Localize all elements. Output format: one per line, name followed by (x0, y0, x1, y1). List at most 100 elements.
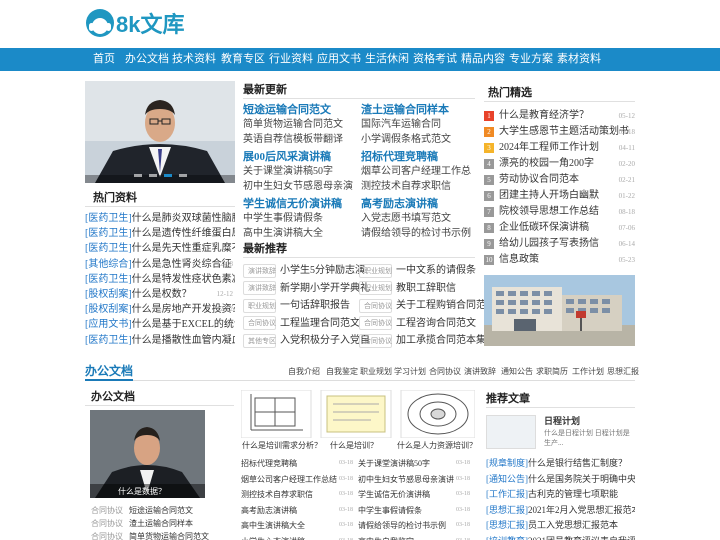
hot-pick-title[interactable]: 什么是教育经济学？ (499, 110, 589, 121)
office-doc-title[interactable]: 招标代理竞聘稿 (241, 459, 297, 468)
recommend-tag[interactable]: 职业规划 (359, 263, 392, 278)
hot-pick-item[interactable]: 8 企业低碳环保演讲稿 07-06 (484, 220, 635, 236)
recommend-item[interactable]: 演讲致辞 小学生5分钟励志演 (243, 262, 365, 279)
recommended-item-title[interactable]: 古利克的管理七项职能 (528, 489, 618, 499)
recommend-tag[interactable]: 合同协议 (243, 316, 276, 331)
recommended-tag[interactable]: [工作汇报] (486, 489, 528, 499)
office-doc-left-title[interactable]: 渣土运输合同样本 (129, 519, 193, 528)
recommend-title[interactable]: 入党积极分子入党自 (280, 335, 370, 346)
office-docs-link[interactable]: 自我介绍 (288, 363, 320, 381)
latest-link[interactable]: 英语自荐信模板带翻译 (243, 133, 357, 148)
office-doc-item[interactable]: 测控技术自荐求职信 03-18 (241, 487, 355, 502)
recommended-tag[interactable]: [思想汇报] (486, 520, 528, 530)
latest-link[interactable]: 中学生事假请假条 (243, 212, 357, 227)
recommend-item[interactable]: 合同协议 工程咨询合同范文 (359, 315, 476, 332)
latest-link[interactable]: 小学调假条格式范文 (361, 133, 475, 148)
office-docs-link[interactable]: 学习计划 (394, 363, 426, 381)
office-doc-title[interactable]: 烟草公司客户经理工作总结 (241, 475, 337, 484)
hot-doc-tag[interactable]: [医药卫生] (85, 335, 132, 346)
office-doc-item[interactable]: 初中生妇女节感恩母亲演讲 03-18 (358, 472, 472, 487)
recommended-tag[interactable]: [思想汇报] (486, 505, 528, 515)
office-docs-link[interactable]: 求职简历 (536, 363, 568, 381)
office-doc-left-item[interactable]: 合同协议 简单货物运输合同范文 (91, 530, 234, 540)
hot-pick-item[interactable]: 10 信息政策 05-23 (484, 252, 635, 268)
hot-doc-item[interactable]: [医药卫生]什么是特发性痉状色素减少症 (85, 272, 235, 287)
recommend-item[interactable]: 职业规划 教职工辞职信 (359, 280, 456, 297)
office-doc-left-title[interactable]: 短途运输合同范文 (129, 506, 193, 515)
hot-doc-title[interactable]: 什么是遗传性纤维蛋白原缺乏 (132, 228, 235, 239)
office-doc-title[interactable]: 初中生妇女节感恩母亲演讲 (358, 475, 454, 484)
recommend-title[interactable]: 教职工辞职信 (396, 283, 456, 294)
latest-headline[interactable]: 渣土运输合同样本 (361, 102, 475, 118)
nav-item-industry[interactable]: 行业资料 (269, 48, 313, 71)
recommended-item-title[interactable]: 什么是银行结售汇制度？ (528, 458, 627, 468)
latest-headline[interactable]: 展00后风采演讲稿 (243, 149, 357, 165)
latest-link[interactable]: 高中生演讲稿大全 (243, 227, 357, 242)
office-doc-title[interactable]: 请假给领导的检讨书示例 (358, 521, 446, 530)
office-doc-item[interactable]: 中学生事假请假条 03-18 (358, 503, 472, 518)
nav-item-solutions[interactable]: 专业方案 (509, 48, 553, 71)
latest-headline[interactable]: 短途运输合同范文 (243, 102, 357, 118)
recommend-item[interactable]: 合同协议 工程监理合同范文 (243, 315, 360, 332)
office-docs-feature-image[interactable]: 什么是数据？ (90, 410, 205, 498)
office-doc-title[interactable]: 小学生心态演讲稿 (241, 537, 305, 540)
nav-item-exam[interactable]: 资格考试 (413, 48, 457, 71)
office-doc-left-title[interactable]: 简单货物运输合同范文 (129, 532, 209, 540)
hot-doc-tag[interactable]: [医药卫生] (85, 274, 132, 285)
office-doc-item[interactable]: 烟草公司客户经理工作总结 03-18 (241, 472, 355, 487)
recommend-title[interactable]: 关于工程购销合同范 (396, 300, 486, 311)
recommended-tag[interactable]: [规章制度] (486, 458, 528, 468)
office-doc-left-tag[interactable]: 合同协议 (91, 506, 123, 515)
recommend-title[interactable]: 小学生5分钟励志演 (280, 265, 365, 276)
recommended-item-title[interactable]: 什么是国务院关于明确中央与地 (528, 474, 635, 484)
slider-dot[interactable] (178, 174, 187, 177)
hot-pick-title[interactable]: 信息政策 (499, 254, 539, 265)
recommend-tag[interactable]: 职业规划 (243, 298, 276, 313)
thumb-caption-3[interactable]: 什么是人力资源培训？ (397, 440, 477, 451)
office-doc-left-tag[interactable]: 合同协议 (91, 532, 123, 540)
office-doc-item[interactable]: 招标代理竞聘稿 03-18 (241, 456, 355, 471)
hot-pick-title[interactable]: 企业低碳环保演讲稿 (499, 222, 589, 233)
office-docs-feature-caption[interactable]: 什么是数据？ (118, 486, 166, 497)
hot-doc-item[interactable]: [应用文书]什么是基于EXCEL的统计应 (85, 317, 235, 332)
office-doc-title[interactable]: 学生诚信无价演讲稿 (358, 490, 430, 499)
hot-doc-tag[interactable]: [股权刮案] (85, 289, 132, 300)
recommended-tag[interactable]: [培训教育] (486, 536, 528, 540)
latest-headline[interactable]: 学生诚信无价演讲稿 (243, 196, 357, 212)
office-docs-link[interactable]: 合同协议 (429, 363, 461, 381)
recommend-tag[interactable]: 其他专区 (243, 333, 276, 348)
office-docs-link[interactable]: 工作计划 (572, 363, 604, 381)
nav-item-premium[interactable]: 精品内容 (461, 48, 505, 71)
site-logo[interactable]: 8k文库 (86, 9, 184, 37)
recommend-item[interactable]: 合同协议 加工承揽合同范本集 (359, 332, 486, 349)
thumb-caption-1[interactable]: 什么是培训需求分析？ (242, 440, 322, 451)
nav-item-education[interactable]: 教育专区 (221, 48, 265, 71)
hot-pick-item[interactable]: 1 什么是教育经济学？ 05-12 (484, 108, 635, 124)
latest-link[interactable]: 测控技术自荐求职信 (361, 180, 475, 195)
hot-doc-tag[interactable]: [其他综合] (85, 259, 132, 270)
hot-doc-title[interactable]: 什么是权数？ (132, 289, 192, 300)
office-doc-title[interactable]: 高中生自我鉴定 (358, 537, 414, 540)
office-doc-title[interactable]: 关于课堂演讲稿50字 (358, 459, 430, 468)
recommended-feature[interactable]: 日程计划 什么是日程计划 日程计划是生产... (486, 412, 635, 456)
office-docs-link[interactable]: 通知公告 (501, 363, 533, 381)
recommend-item[interactable]: 职业规划 一句话辞职报告 (243, 297, 350, 314)
recommend-tag[interactable]: 演讲致辞 (243, 263, 276, 278)
thumb-images[interactable] (240, 389, 476, 439)
recommend-tag[interactable]: 职业规划 (359, 281, 392, 296)
recommend-tag[interactable]: 合同协议 (359, 316, 392, 331)
recommended-item-title[interactable]: 2021年2月入党思想汇报范本 (528, 505, 635, 515)
hot-doc-title[interactable]: 什么是先天性重症乳糜不耐受 (132, 243, 235, 254)
hot-pick-item[interactable]: 2 大学生感恩节主题活动策划书 09-18 (484, 124, 635, 140)
recommended-item-title[interactable]: 员工入党思想汇报范本 (528, 520, 618, 530)
latest-link[interactable]: 烟草公司客户经理工作总 (361, 165, 475, 180)
nav-item-writing[interactable]: 应用文书 (317, 48, 361, 71)
office-doc-title[interactable]: 中学生事假请假条 (358, 506, 422, 515)
latest-link[interactable]: 国际汽车运输合同 (361, 118, 475, 133)
hot-pick-title[interactable]: 2024年工程师工作计划 (499, 142, 599, 153)
thumb-caption-2[interactable]: 什么是培训？ (330, 440, 378, 451)
hot-doc-item[interactable]: [股权刮案]什么是房地产开发投资？ 12-12 (85, 302, 235, 317)
office-doc-left-item[interactable]: 合同协议 短途运输合同范文 (91, 504, 234, 517)
office-doc-item[interactable]: 学生诚信无价演讲稿 03-18 (358, 487, 472, 502)
recommended-item[interactable]: [通知公告]什么是国务院关于明确中央与地 (486, 472, 635, 488)
